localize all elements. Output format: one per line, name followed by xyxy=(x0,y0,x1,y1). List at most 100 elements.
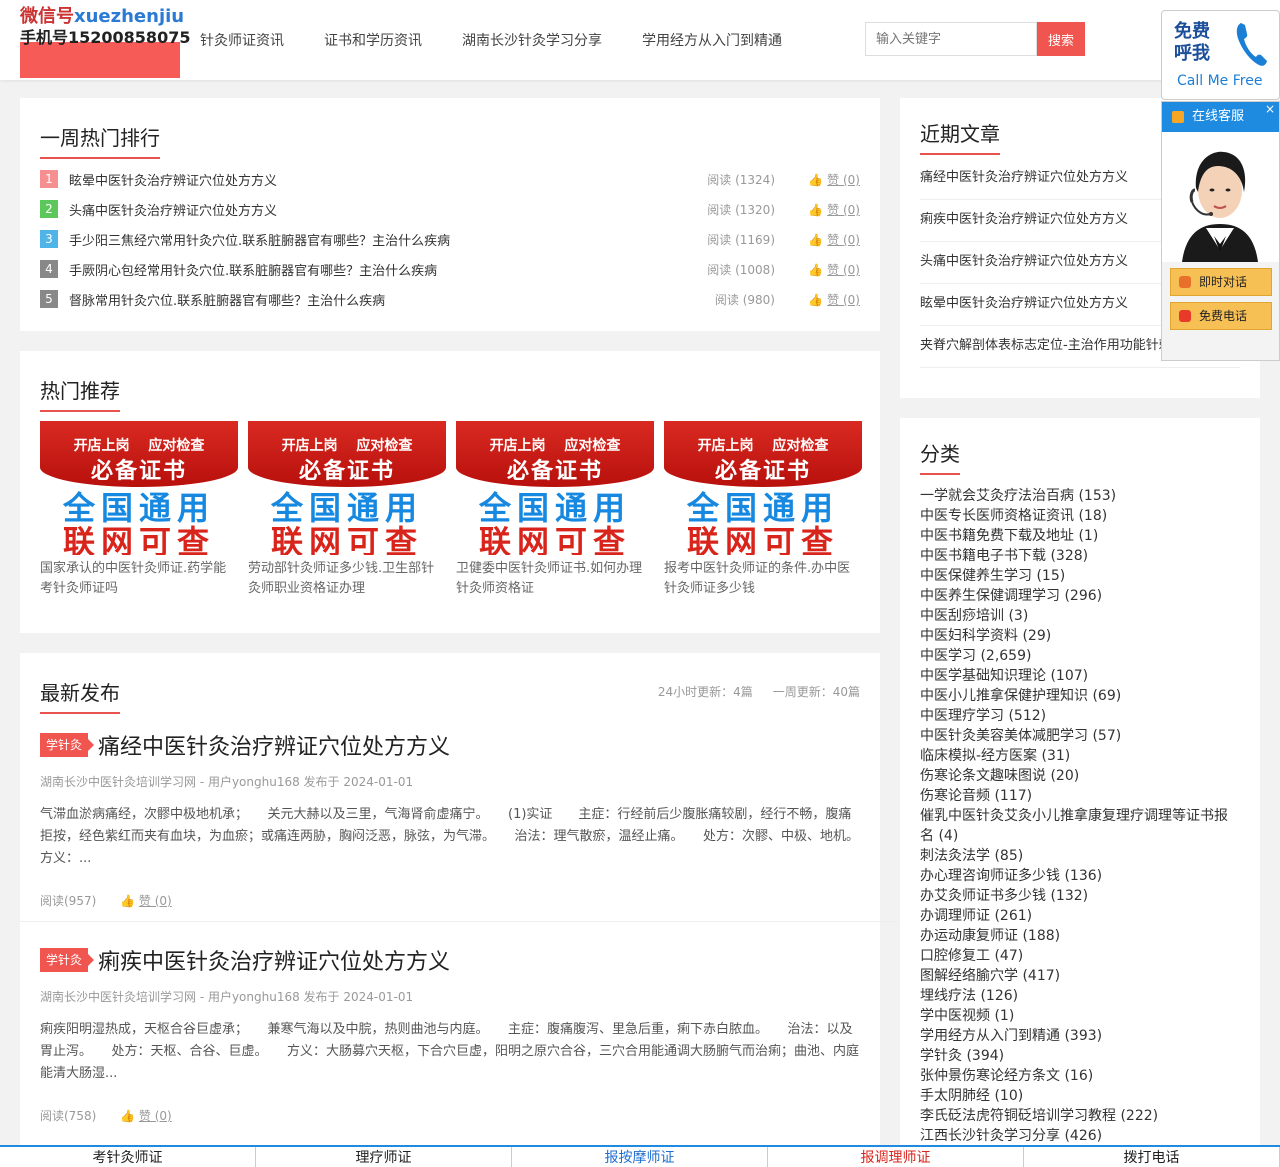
like-button[interactable]: 👍 赞 (0) xyxy=(120,894,172,908)
category-link[interactable]: 中医养生保健调理学习 (296) xyxy=(920,586,1240,606)
bottom-bar-button[interactable]: 理疗师证 xyxy=(256,1147,512,1167)
post-title[interactable]: 痢疾中医针灸治疗辨证穴位处方方义 xyxy=(98,944,450,976)
recommend-card[interactable]: 开店上岗 应对检查 必备证书 全国通用 联网可查 劳动部针灸师证多少钱.卫生部针灸师职业… xyxy=(248,421,446,599)
thumbs-up-icon: 👍 xyxy=(808,293,828,307)
recommend-caption[interactable]: 报考中医针灸师证的条件.办中医针灸师证多少钱 xyxy=(664,559,862,599)
like-button[interactable]: 👍 赞 (0) xyxy=(120,1109,172,1123)
like-button[interactable]: 👍 赞 (0) xyxy=(808,231,860,248)
recommend-grid: 开店上岗 应对检查 必备证书 全国通用 联网可查 国家承认的中医针灸师证.药学能考针灸师… xyxy=(40,421,862,599)
latest-title: 最新发布 xyxy=(40,677,120,714)
post-reads: 阅读(957) xyxy=(40,894,97,908)
category-link[interactable]: 埋线疗法 (126) xyxy=(920,986,1240,1006)
site-logo[interactable]: 微信号xuezhenjiu 手机号15200858075 xyxy=(20,0,190,78)
bottom-bar-button[interactable]: 报调理师证 xyxy=(768,1147,1024,1167)
category-link[interactable]: 江西长沙针灸学习分享 (426) xyxy=(920,1126,1240,1146)
nav-item[interactable]: 证书和学历资讯 xyxy=(324,30,422,50)
recommend-caption[interactable]: 卫健委中医针灸师证书.如何办理针灸师资格证 xyxy=(456,559,654,599)
nav-item[interactable]: 学用经方从入门到精通 xyxy=(642,30,782,50)
bottom-bar-button[interactable]: 报按摩师证 xyxy=(512,1147,768,1167)
category-link[interactable]: 学针灸 (394) xyxy=(920,1046,1240,1066)
hot-item-title[interactable]: 头痛中医针灸治疗辨证穴位处方方义 xyxy=(69,200,277,219)
category-link[interactable]: 催乳中医针灸艾灸小儿推拿康复理疗调理等证书报名 (4) xyxy=(920,806,1240,846)
bottom-bar-button[interactable]: 拨打电话 xyxy=(1024,1147,1280,1167)
recommend-caption[interactable]: 国家承认的中医针灸师证.药学能考针灸师证吗 xyxy=(40,559,238,599)
category-link[interactable]: 中医专长医师资格证资讯 (18) xyxy=(920,506,1240,526)
search-input[interactable] xyxy=(865,22,1037,56)
category-link[interactable]: 中医刮痧培训 (3) xyxy=(920,606,1240,626)
category-link[interactable]: 中医学习 (2,659) xyxy=(920,646,1240,666)
banner-line-2: 必备证书 xyxy=(298,458,395,484)
nav-item[interactable]: 针灸师证资讯 xyxy=(200,30,284,50)
rank-badge: 5 xyxy=(40,290,58,308)
like-label: 赞 (0) xyxy=(827,203,860,217)
free-phone-button[interactable]: 免费电话 xyxy=(1170,302,1272,330)
post-tag[interactable]: 学针灸 xyxy=(40,948,95,972)
category-link[interactable]: 中医学基础知识理论 (107) xyxy=(920,666,1240,686)
certificate-banner-image[interactable]: 开店上岗 应对检查 必备证书 全国通用 联网可查 xyxy=(40,421,238,555)
recommend-card[interactable]: 开店上岗 应对检查 必备证书 全国通用 联网可查 卫健委中医针灸师证书.如何办理针灸师资… xyxy=(456,421,654,599)
instant-chat-button[interactable]: 即时对话 xyxy=(1170,268,1272,296)
post-tag[interactable]: 学针灸 xyxy=(40,733,95,757)
certificate-banner-image[interactable]: 开店上岗 应对检查 必备证书 全国通用 联网可查 xyxy=(664,421,862,555)
stat-24h: 24小时更新：4篇 xyxy=(657,685,753,699)
hot-item-title[interactable]: 督脉常用针灸穴位.联系脏腑器官有哪些？主治什么疾病 xyxy=(69,290,385,309)
like-button[interactable]: 👍 赞 (0) xyxy=(808,201,860,218)
category-link[interactable]: 中医小儿推拿保健护理知识 (69) xyxy=(920,686,1240,706)
category-link[interactable]: 刺法灸法学 (85) xyxy=(920,846,1240,866)
category-link[interactable]: 李氏砭法虎符铜砭培训学习教程 (222) xyxy=(920,1106,1240,1126)
hot-list-item[interactable]: 2 头痛中医针灸治疗辨证穴位处方方义 阅读 (1320) 👍 赞 (0) xyxy=(40,198,860,228)
hot-item-title[interactable]: 手少阳三焦经穴常用针灸穴位.联系脏腑器官有哪些？主治什么疾病 xyxy=(69,230,450,249)
category-link[interactable]: 口腔修复工 (47) xyxy=(920,946,1240,966)
post-title[interactable]: 痛经中医针灸治疗辨证穴位处方方义 xyxy=(98,729,450,761)
category-link[interactable]: 中医针灸美容美体减肥学习 (57) xyxy=(920,726,1240,746)
category-link[interactable]: 办调理师证 (261) xyxy=(920,906,1240,926)
recommend-card[interactable]: 开店上岗 应对检查 必备证书 全国通用 联网可查 国家承认的中医针灸师证.药学能考针灸师… xyxy=(40,421,238,599)
service-agent-avatar xyxy=(1162,132,1279,262)
category-link[interactable]: 中医书籍免费下载及地址 (1) xyxy=(920,526,1240,546)
category-link[interactable]: 学用经方从入门到精通 (393) xyxy=(920,1026,1240,1046)
category-link[interactable]: 临床模拟-经方医案 (31) xyxy=(920,746,1240,766)
category-link[interactable]: 办心理咨询师证多少钱 (136) xyxy=(920,866,1240,886)
hot-item-title[interactable]: 手厥阴心包经常用针灸穴位.联系脏腑器官有哪些？主治什么疾病 xyxy=(69,260,437,279)
weekly-hot-list: 1 眩晕中医针灸治疗辨证穴位处方方义 阅读 (1324) 👍 赞 (0) 2 头痛中医针灸… xyxy=(40,168,860,318)
category-link[interactable]: 中医妇科学资料 (29) xyxy=(920,626,1240,646)
category-link[interactable]: 中医理疗学习 (512) xyxy=(920,706,1240,726)
bottom-bar-button[interactable]: 考针灸师证 xyxy=(0,1147,256,1167)
nav-item[interactable]: 湖南长沙针灸学习分享 xyxy=(462,30,602,50)
free-call-widget[interactable]: 免费呼我 Call Me Free xyxy=(1161,10,1280,100)
category-link[interactable]: 办艾灸师证书多少钱 (132) xyxy=(920,886,1240,906)
category-link[interactable]: 图解经络腧穴学 (417) xyxy=(920,966,1240,986)
hot-list-item[interactable]: 3 手少阳三焦经穴常用针灸穴位.联系脏腑器官有哪些？主治什么疾病 阅读 (1169)… xyxy=(40,228,860,258)
like-button[interactable]: 👍 赞 (0) xyxy=(808,291,860,308)
category-link[interactable]: 办运动康复师证 (188) xyxy=(920,926,1240,946)
banner-line-1: 开店上岗 应对检查 xyxy=(281,438,413,454)
category-link[interactable]: 学中医视频 (1) xyxy=(920,1006,1240,1026)
category-link[interactable]: 中医书籍电子书下载 (328) xyxy=(920,546,1240,566)
hot-list-item[interactable]: 1 眩晕中医针灸治疗辨证穴位处方方义 阅读 (1324) 👍 赞 (0) xyxy=(40,168,860,198)
categories-title: 分类 xyxy=(920,438,960,475)
certificate-banner-image[interactable]: 开店上岗 应对检查 必备证书 全国通用 联网可查 xyxy=(456,421,654,555)
certificate-banner-image[interactable]: 开店上岗 应对检查 必备证书 全国通用 联网可查 xyxy=(248,421,446,555)
category-link[interactable]: 伤寒论条文趣味图说 (20) xyxy=(920,766,1240,786)
category-link[interactable]: 张仲景伤寒论经方条文 (16) xyxy=(920,1066,1240,1086)
call-me-free-text: Call Me Free xyxy=(1177,73,1263,89)
category-link[interactable]: 伤寒论音频 (117) xyxy=(920,786,1240,806)
category-link[interactable]: 中医保健养生学习 (15) xyxy=(920,566,1240,586)
recommend-card[interactable]: 开店上岗 应对检查 必备证书 全国通用 联网可查 报考中医针灸师证的条件.办中医针灸师证… xyxy=(664,421,862,599)
recommend-caption[interactable]: 劳动部针灸师证多少钱.卫生部针灸师职业资格证办理 xyxy=(248,559,446,599)
like-button[interactable]: 👍 赞 (0) xyxy=(808,261,860,278)
category-link[interactable]: 一学就会艾灸疗法治百病 (153) xyxy=(920,486,1240,506)
like-label: 赞 (0) xyxy=(827,293,860,307)
read-count: 阅读 (1324) xyxy=(707,173,775,187)
recent-title: 近期文章 xyxy=(920,118,1000,155)
category-link[interactable]: 手太阴肺经 (10) xyxy=(920,1086,1240,1106)
like-button[interactable]: 👍 赞 (0) xyxy=(808,171,860,188)
hot-list-item[interactable]: 5 督脉常用针灸穴位.联系脏腑器官有哪些？主治什么疾病 阅读 (980) 👍 赞 (0… xyxy=(40,288,860,318)
thumbs-up-icon: 👍 xyxy=(808,173,828,187)
gift-icon xyxy=(1172,111,1184,123)
hot-list-item[interactable]: 4 手厥阴心包经常用针灸穴位.联系脏腑器官有哪些？主治什么疾病 阅读 (1008) 👍… xyxy=(40,258,860,288)
close-icon[interactable]: × xyxy=(1265,94,1275,124)
post-footer: 阅读(758) 👍 赞 (0) xyxy=(40,1107,860,1124)
hot-item-title[interactable]: 眩晕中医针灸治疗辨证穴位处方方义 xyxy=(69,170,277,189)
search-button[interactable]: 搜索 xyxy=(1037,22,1085,56)
